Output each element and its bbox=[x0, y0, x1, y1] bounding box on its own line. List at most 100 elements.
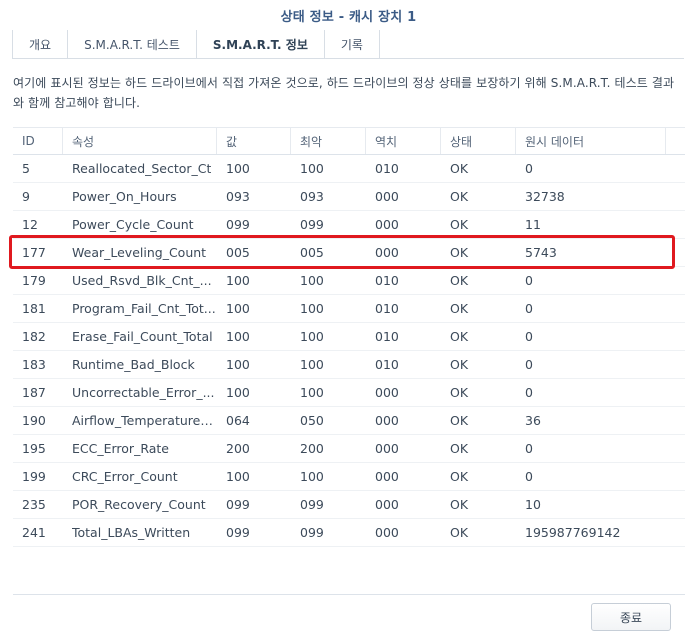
cell-raw-data: 11 bbox=[525, 217, 541, 232]
cell-value: 005 bbox=[226, 245, 250, 260]
tab-bar: 개요 S.M.A.R.T. 테스트 S.M.A.R.T. 정보 기록 bbox=[12, 30, 684, 59]
attribute-name: Airflow_Temperature_... bbox=[72, 413, 217, 428]
tab-overview[interactable]: 개요 bbox=[12, 30, 69, 58]
cell-attribute: Uncorrectable_Error_... bbox=[63, 379, 217, 406]
cell-attribute: Reallocated_Sector_Ct bbox=[63, 155, 217, 182]
cell-raw-data: 32738 bbox=[525, 189, 565, 204]
cell-id: 9 bbox=[22, 189, 30, 204]
attribute-name: CRC_Error_Count bbox=[72, 469, 178, 484]
cell-status: OK bbox=[450, 385, 469, 400]
table-row[interactable]: 199 CRC_Error_Count 100 100 000 OK 0 bbox=[13, 463, 685, 491]
cell-worst: 099 bbox=[300, 525, 324, 540]
cell-status: OK bbox=[450, 357, 469, 372]
cell-attribute: Power_On_Hours bbox=[63, 183, 217, 210]
column-header-worst[interactable]: 최악 bbox=[291, 128, 366, 154]
cell-attribute: Total_LBAs_Written bbox=[63, 519, 217, 546]
cell-attribute: Erase_Fail_Count_Total bbox=[63, 323, 217, 350]
cell-id: 190 bbox=[22, 413, 46, 428]
cell-value: 099 bbox=[226, 525, 250, 540]
cell-threshold: 010 bbox=[375, 161, 399, 176]
cell-value: 100 bbox=[226, 273, 250, 288]
tab-smart-test[interactable]: S.M.A.R.T. 테스트 bbox=[68, 30, 197, 58]
cell-threshold: 010 bbox=[375, 357, 399, 372]
column-header-id[interactable]: ID bbox=[13, 128, 63, 154]
cell-raw-data: 0 bbox=[525, 469, 533, 484]
cell-attribute: Program_Fail_Cnt_Tot... bbox=[63, 295, 217, 322]
table-row[interactable]: 179 Used_Rsvd_Blk_Cnt_... 100 100 010 OK 0 bbox=[13, 267, 685, 295]
cell-value: 100 bbox=[226, 329, 250, 344]
cell-worst: 050 bbox=[300, 413, 324, 428]
cell-raw-data: 0 bbox=[525, 357, 533, 372]
attribute-name: Runtime_Bad_Block bbox=[72, 357, 195, 372]
tab-smart-info[interactable]: S.M.A.R.T. 정보 bbox=[196, 30, 325, 58]
cell-worst: 100 bbox=[300, 357, 324, 372]
cell-raw-data: 0 bbox=[525, 385, 533, 400]
column-header-spacer bbox=[666, 128, 685, 154]
attribute-name: Used_Rsvd_Blk_Cnt_... bbox=[72, 273, 212, 288]
column-header-threshold[interactable]: 역치 bbox=[366, 128, 441, 154]
cell-value: 099 bbox=[226, 497, 250, 512]
cell-threshold: 010 bbox=[375, 329, 399, 344]
description-text: 여기에 표시된 정보는 하드 드라이브에서 직접 가져온 것으로, 하드 드라이… bbox=[13, 76, 675, 110]
cell-worst: 099 bbox=[300, 217, 324, 232]
cell-value: 064 bbox=[226, 413, 250, 428]
table-header: ID 속성 값 최악 역치 상태 원시 데이터 bbox=[13, 127, 685, 155]
table-row[interactable]: 241 Total_LBAs_Written 099 099 000 OK 19598776… bbox=[13, 519, 685, 547]
dialog-title: 상태 정보 - 캐시 장치 1 bbox=[280, 9, 417, 25]
table-row[interactable]: 177 Wear_Leveling_Count 005 005 000 OK 5743 bbox=[13, 239, 685, 267]
cell-attribute: Used_Rsvd_Blk_Cnt_... bbox=[63, 267, 217, 294]
cell-status: OK bbox=[450, 413, 469, 428]
cell-threshold: 010 bbox=[375, 273, 399, 288]
cell-status: OK bbox=[450, 497, 469, 512]
cell-raw-data: 195987769142 bbox=[525, 525, 621, 540]
table-row[interactable]: 190 Airflow_Temperature_... 064 050 000 OK 36 bbox=[13, 407, 685, 435]
cell-raw-data: 0 bbox=[525, 441, 533, 456]
attribute-name: Reallocated_Sector_Ct bbox=[72, 161, 212, 176]
column-header-value[interactable]: 값 bbox=[217, 128, 291, 154]
cell-raw-data: 10 bbox=[525, 497, 541, 512]
cell-worst: 200 bbox=[300, 441, 324, 456]
cell-id: 235 bbox=[22, 497, 46, 512]
table-row[interactable]: 187 Uncorrectable_Error_... 100 100 000 OK 0 bbox=[13, 379, 685, 407]
cell-raw-data: 5743 bbox=[525, 245, 557, 260]
table-row[interactable]: 9 Power_On_Hours 093 093 000 OK 32738 bbox=[13, 183, 685, 211]
cell-status: OK bbox=[450, 441, 469, 456]
cell-raw-data: 0 bbox=[525, 301, 533, 316]
cell-worst: 093 bbox=[300, 189, 324, 204]
table-row[interactable]: 183 Runtime_Bad_Block 100 100 010 OK 0 bbox=[13, 351, 685, 379]
cell-value: 100 bbox=[226, 301, 250, 316]
smart-info-dialog: 상태 정보 - 캐시 장치 1 개요 S.M.A.R.T. 테스트 S.M.A.… bbox=[0, 0, 697, 636]
cell-status: OK bbox=[450, 273, 469, 288]
cell-id: 177 bbox=[22, 245, 46, 260]
table-row[interactable]: 12 Power_Cycle_Count 099 099 000 OK 11 bbox=[13, 211, 685, 239]
table-body: 5 Reallocated_Sector_Ct 100 100 010 OK 0 9 Power… bbox=[13, 155, 685, 547]
attribute-name: POR_Recovery_Count bbox=[72, 497, 206, 512]
cell-attribute: POR_Recovery_Count bbox=[63, 491, 217, 518]
cell-threshold: 000 bbox=[375, 245, 399, 260]
close-button[interactable]: 종료 bbox=[591, 603, 671, 631]
cell-attribute: CRC_Error_Count bbox=[63, 463, 217, 490]
cell-status: OK bbox=[450, 161, 469, 176]
cell-raw-data: 36 bbox=[525, 413, 541, 428]
cell-status: OK bbox=[450, 329, 469, 344]
table-row[interactable]: 235 POR_Recovery_Count 099 099 000 OK 10 bbox=[13, 491, 685, 519]
column-header-raw-data[interactable]: 원시 데이터 bbox=[516, 128, 666, 154]
tab-history[interactable]: 기록 bbox=[325, 30, 380, 58]
cell-worst: 100 bbox=[300, 385, 324, 400]
cell-value: 093 bbox=[226, 189, 250, 204]
table-row[interactable]: 195 ECC_Error_Rate 200 200 000 OK 0 bbox=[13, 435, 685, 463]
table-row[interactable]: 5 Reallocated_Sector_Ct 100 100 010 OK 0 bbox=[13, 155, 685, 183]
cell-id: 241 bbox=[22, 525, 46, 540]
column-header-attribute[interactable]: 속성 bbox=[63, 128, 217, 154]
table-row[interactable]: 181 Program_Fail_Cnt_Tot... 100 100 010 OK 0 bbox=[13, 295, 685, 323]
cell-threshold: 000 bbox=[375, 385, 399, 400]
cell-threshold: 000 bbox=[375, 525, 399, 540]
cell-id: 5 bbox=[22, 161, 30, 176]
cell-threshold: 000 bbox=[375, 189, 399, 204]
attribute-name: Power_On_Hours bbox=[72, 189, 177, 204]
cell-status: OK bbox=[450, 469, 469, 484]
table-row[interactable]: 182 Erase_Fail_Count_Total 100 100 010 OK 0 bbox=[13, 323, 685, 351]
cell-attribute: Airflow_Temperature_... bbox=[63, 407, 217, 434]
cell-worst: 100 bbox=[300, 329, 324, 344]
column-header-status[interactable]: 상태 bbox=[441, 128, 516, 154]
